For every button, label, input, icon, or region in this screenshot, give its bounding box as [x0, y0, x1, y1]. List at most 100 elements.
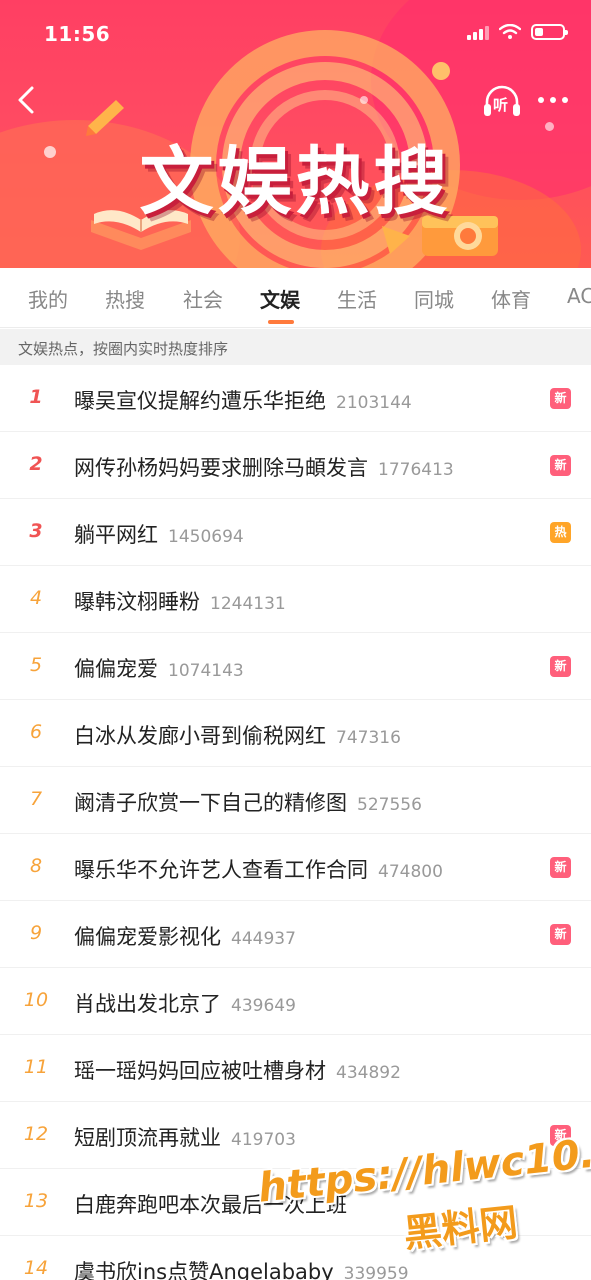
topic-title: 白鹿奔跑吧本次最后一次上班 [74, 1189, 347, 1219]
heat-count: 339959 [343, 1264, 409, 1280]
rank-number: 12 [23, 1123, 49, 1145]
topic-title: 瑶一瑶妈妈回应被吐槽身材 434892 [74, 1055, 401, 1085]
banner-decoration [360, 96, 368, 104]
wifi-icon [499, 24, 521, 39]
topic-title-text: 虞书欣ins点赞Angelababy [74, 1260, 334, 1280]
tab-acg[interactable]: AC [567, 284, 591, 308]
list-item[interactable]: 10 肖战出发北京了 439649 [0, 968, 591, 1035]
heat-count: 1450694 [168, 527, 244, 547]
topic-title: 偏偏宠爱 1074143 [74, 653, 244, 683]
topic-title: 曝吴宣仪提解约遭乐华拒绝 2103144 [74, 385, 412, 415]
banner-header: 11:56 听 文娱热搜 [0, 0, 591, 268]
banner-decoration [432, 62, 450, 80]
topic-title-text: 白冰从发廊小哥到偷税网红 [74, 724, 326, 748]
tab-local[interactable]: 同城 [414, 284, 454, 313]
list-item[interactable]: 12 短剧顶流再就业 419703 新 [0, 1102, 591, 1169]
heat-count: 474800 [378, 862, 443, 882]
topic-title-text: 肖战出发北京了 [74, 992, 221, 1016]
category-tabs: 我的 热搜 社会 文娱 生活 同城 体育 AC [0, 268, 591, 328]
new-badge: 新 [550, 656, 571, 677]
rank-number: 5 [29, 654, 43, 676]
list-item[interactable]: 13 白鹿奔跑吧本次最后一次上班 [0, 1169, 591, 1236]
new-badge: 新 [550, 388, 571, 409]
status-icons [467, 24, 568, 40]
topic-title: 网传孙杨妈妈要求删除马頔发言 1776413 [74, 452, 454, 482]
rank-number: 1 [29, 386, 43, 408]
signal-icon [467, 24, 489, 40]
topic-title-text: 网传孙杨妈妈要求删除马頔发言 [74, 456, 368, 480]
tab-sports[interactable]: 体育 [491, 284, 531, 313]
topic-title-text: 偏偏宠爱影视化 [74, 925, 221, 949]
more-button[interactable] [538, 92, 572, 108]
list-item[interactable]: 2 网传孙杨妈妈要求删除马頔发言 1776413 新 [0, 432, 591, 499]
list-description-text: 文娱热点，按圈内实时热度排序 [18, 340, 229, 358]
list-description: 文娱热点，按圈内实时热度排序 [0, 329, 591, 365]
topic-title: 躺平网红 1450694 [74, 519, 244, 549]
heat-count: 1244131 [210, 594, 286, 614]
topic-title-text: 白鹿奔跑吧本次最后一次上班 [74, 1193, 347, 1217]
topic-title: 曝韩汶栩睡粉 1244131 [74, 586, 286, 616]
heat-count: 1776413 [378, 460, 454, 480]
topic-title-text: 偏偏宠爱 [74, 657, 158, 681]
active-tab-indicator [268, 320, 294, 324]
topic-title-text: 阚清子欣赏一下自己的精修图 [74, 791, 347, 815]
list-item[interactable]: 9 偏偏宠爱影视化 444937 新 [0, 901, 591, 968]
rank-number: 4 [29, 587, 43, 609]
topic-title: 白冰从发廊小哥到偷税网红 747316 [74, 720, 401, 750]
new-badge: 新 [550, 924, 571, 945]
topic-title-text: 躺平网红 [74, 523, 158, 547]
topic-title: 偏偏宠爱影视化 444937 [74, 921, 296, 951]
list-item[interactable]: 5 偏偏宠爱 1074143 新 [0, 633, 591, 700]
rank-number: 11 [23, 1056, 49, 1078]
listen-label: 听 [493, 96, 509, 114]
topic-title-text: 瑶一瑶妈妈回应被吐槽身材 [74, 1059, 326, 1083]
topic-title-text: 曝乐华不允许艺人查看工作合同 [74, 858, 368, 882]
tab-entertainment[interactable]: 文娱 [260, 284, 300, 313]
list-item[interactable]: 11 瑶一瑶妈妈回应被吐槽身材 434892 [0, 1035, 591, 1102]
battery-icon [531, 24, 568, 40]
topic-title-text: 短剧顶流再就业 [74, 1126, 221, 1150]
list-item[interactable]: 7 阚清子欣赏一下自己的精修图 527556 [0, 767, 591, 834]
topic-title: 曝乐华不允许艺人查看工作合同 474800 [74, 854, 443, 884]
hot-search-list: 1 曝吴宣仪提解约遭乐华拒绝 2103144 新 2 网传孙杨妈妈要求删除马頔发言 1776… [0, 365, 591, 1280]
topic-title: 虞书欣ins点赞Angelababy 339959 [74, 1256, 409, 1280]
heat-count: 527556 [357, 795, 422, 815]
tab-society[interactable]: 社会 [183, 284, 223, 313]
tab-life[interactable]: 生活 [337, 284, 377, 313]
rank-number: 14 [23, 1257, 49, 1279]
hot-badge: 热 [550, 522, 571, 543]
rank-number: 9 [29, 922, 43, 944]
heat-count: 419703 [231, 1130, 296, 1150]
new-badge: 新 [550, 857, 571, 878]
banner-decoration [382, 226, 410, 254]
more-dot [538, 97, 544, 103]
rank-number: 6 [29, 721, 43, 743]
list-item[interactable]: 1 曝吴宣仪提解约遭乐华拒绝 2103144 新 [0, 365, 591, 432]
topic-title-text: 曝韩汶栩睡粉 [74, 590, 200, 614]
topic-title: 短剧顶流再就业 419703 [74, 1122, 296, 1152]
list-item[interactable]: 8 曝乐华不允许艺人查看工作合同 474800 新 [0, 834, 591, 901]
heat-count: 747316 [336, 728, 401, 748]
new-badge: 新 [550, 455, 571, 476]
page-title: 文娱热搜 [139, 139, 452, 225]
rank-number: 13 [23, 1190, 49, 1212]
back-button[interactable] [12, 84, 44, 116]
tab-mine[interactable]: 我的 [28, 284, 68, 313]
listen-button[interactable]: 听 [482, 84, 522, 120]
heat-count: 434892 [336, 1063, 401, 1083]
new-badge: 新 [550, 1125, 571, 1146]
topic-title: 肖战出发北京了 439649 [74, 988, 296, 1018]
heat-count: 439649 [231, 996, 296, 1016]
heat-count: 444937 [231, 929, 296, 949]
list-item[interactable]: 14 虞书欣ins点赞Angelababy 339959 [0, 1236, 591, 1280]
list-item[interactable]: 6 白冰从发廊小哥到偷税网红 747316 [0, 700, 591, 767]
rank-number: 2 [29, 453, 43, 475]
list-item[interactable]: 3 躺平网红 1450694 热 [0, 499, 591, 566]
heat-count: 1074143 [168, 661, 244, 681]
tab-hot-search[interactable]: 热搜 [105, 284, 145, 313]
list-item[interactable]: 4 曝韩汶栩睡粉 1244131 [0, 566, 591, 633]
heat-count: 2103144 [336, 393, 412, 413]
rank-number: 8 [29, 855, 43, 877]
rank-number: 3 [29, 520, 43, 542]
rank-number: 10 [23, 989, 49, 1011]
